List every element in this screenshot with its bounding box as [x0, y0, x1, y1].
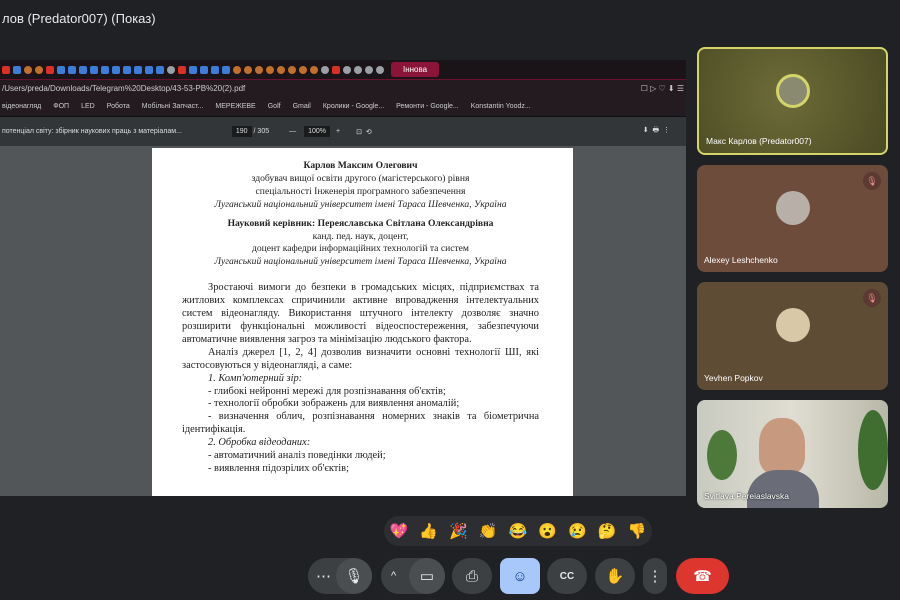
bookmark[interactable]: Golf	[268, 103, 281, 110]
audio-options-button[interactable]: ⋯	[316, 567, 331, 585]
participant-name: Yevhen Popkov	[704, 373, 763, 383]
bookmark[interactable]: Робота	[107, 103, 130, 110]
bookmark[interactable]: Gmail	[293, 103, 311, 110]
participant-tile[interactable]: 🎙 Yevhen Popkov	[697, 282, 888, 390]
avatar	[775, 190, 810, 225]
toolbar-icons[interactable]: ☐ ▷ ♡ ⬇ ☰	[641, 84, 684, 93]
avatar	[775, 73, 810, 108]
reaction-button[interactable]: 🎉	[449, 522, 468, 540]
bookmark[interactable]: МЕРЕЖЕВЕ	[215, 103, 255, 110]
emoji-button[interactable]: ☺	[500, 558, 540, 594]
reaction-button[interactable]: 👏	[479, 522, 498, 540]
paragraph: Аналіз джерел [1, 2, 4] дозволив визначи…	[182, 346, 539, 371]
person-video	[759, 418, 805, 474]
participant-video[interactable]: Svitlava Pereiaslavska	[697, 400, 888, 508]
zoom-in-button[interactable]: +	[336, 128, 340, 135]
camera-options-button[interactable]: ^	[391, 570, 396, 582]
more-options-button[interactable]: ⋮	[643, 558, 667, 594]
reaction-button[interactable]: 👎	[628, 522, 647, 540]
bookmark[interactable]: ФОП	[53, 103, 69, 110]
pdf-page: Карлов Максим Олегович здобувач вищої ос…	[152, 148, 573, 496]
supervisor-name: Науковий керівник: Переяславська Світлан…	[227, 217, 494, 229]
reaction-button[interactable]: 😢	[568, 522, 587, 540]
captions-button[interactable]: CC	[547, 558, 587, 594]
text-line: Луганський національний університет імен…	[214, 198, 507, 210]
page-total: / 305	[253, 128, 270, 135]
text-line: Луганський національний університет імен…	[214, 256, 507, 268]
fit-page-icon[interactable]: ⊡	[356, 128, 362, 136]
list-item: - глибокі нейронні мережі для розпізнава…	[208, 385, 446, 397]
list-heading: 2. Обробка відеоданих:	[208, 437, 311, 449]
present-button[interactable]: ⎙	[452, 558, 492, 594]
list-heading: 1. Комп'ютерний зір:	[208, 372, 303, 384]
bookmark[interactable]: LED	[81, 103, 95, 110]
participant-name: Макс Карлов (Predator007)	[706, 136, 812, 146]
avatar	[775, 308, 810, 343]
zoom-level[interactable]: 100%	[304, 126, 331, 137]
text-line: доцент кафедри інформаційних технологій …	[251, 243, 470, 255]
reaction-button[interactable]: 😂	[509, 522, 528, 540]
pdf-title: потенціал світу: збірник наукових праць …	[2, 128, 182, 135]
address-bar[interactable]: /Users/preda/Downloads/Telegram%20Deskto…	[2, 84, 245, 93]
page-number-input[interactable]: 190	[231, 126, 252, 137]
list-item: - виявлення підозрілих об'єктів;	[208, 462, 349, 474]
bookmark[interactable]: Ремонти - Google...	[396, 103, 459, 110]
end-call-button[interactable]: ☎	[676, 558, 729, 594]
camera-group: ^ ▭	[381, 558, 445, 594]
text-line: канд. пед. наук, доцент,	[312, 230, 409, 242]
text-line: спеціальності Інженерія програмного забе…	[255, 185, 466, 197]
browser-tab-strip: Іннова	[0, 60, 686, 80]
bookmark[interactable]: Konstantin Yoodz...	[471, 103, 531, 110]
window-title: лов (Predator007) (Показ)	[2, 11, 156, 26]
mic-button[interactable]: 🎙	[336, 558, 372, 594]
plant	[707, 430, 737, 480]
reaction-button[interactable]: 😮	[538, 522, 557, 540]
author-name: Карлов Максим Олегович	[303, 160, 418, 171]
zoom-out-button[interactable]: —	[289, 128, 296, 135]
list-item: - визначення облич, розпізнавання номерн…	[182, 411, 539, 436]
bookmark[interactable]: відеонагляд	[2, 103, 41, 110]
paragraph: Зростаючі вимоги до безпеки в громадськи…	[182, 282, 539, 345]
bookmark[interactable]: Мобільні Запчаст...	[142, 103, 204, 110]
download-print-more-icons[interactable]: ⬇ 🖶 ⋮	[643, 126, 670, 137]
reactions-bar: 💖 👍 🎉 👏 😂 😮 😢 🤔 👎	[384, 516, 652, 546]
reaction-button[interactable]: 💖	[390, 522, 409, 540]
mic-off-icon: 🎙	[863, 172, 881, 190]
active-tab[interactable]: Іннова	[391, 62, 440, 77]
list-item: - технології обробки зображень для виявл…	[208, 398, 460, 410]
reaction-button[interactable]: 🤔	[598, 522, 617, 540]
list-item: - автоматичний аналіз поведінки людей;	[208, 450, 386, 462]
shared-screen: Іннова /Users/preda/Downloads/Telegram%2…	[0, 60, 686, 496]
pdf-toolbar: потенціал світу: збірник наукових праць …	[0, 117, 686, 146]
mic-off-icon: 🎙	[863, 289, 881, 307]
text-line: здобувач вищої освіти другого (магістерс…	[251, 172, 470, 184]
mic-group: ⋯ 🎙	[308, 558, 372, 594]
participant-tile[interactable]: 🎙 Alexey Leshchenko	[697, 165, 888, 272]
participant-name: Svitlava Pereiaslavska	[704, 491, 790, 501]
bookmark[interactable]: Кролики - Google...	[323, 103, 384, 110]
reaction-button[interactable]: 👍	[419, 522, 438, 540]
camera-button[interactable]: ▭	[409, 558, 445, 594]
participant-tile[interactable]: Макс Карлов (Predator007)	[697, 47, 888, 155]
raise-hand-button[interactable]: ✋	[595, 558, 635, 594]
bookmarks-bar: відеонагляд ФОП LED Робота Мобільні Запчаст.…	[0, 97, 686, 117]
participant-name: Alexey Leshchenko	[704, 255, 778, 265]
rotate-icon[interactable]: ⟲	[366, 128, 372, 136]
